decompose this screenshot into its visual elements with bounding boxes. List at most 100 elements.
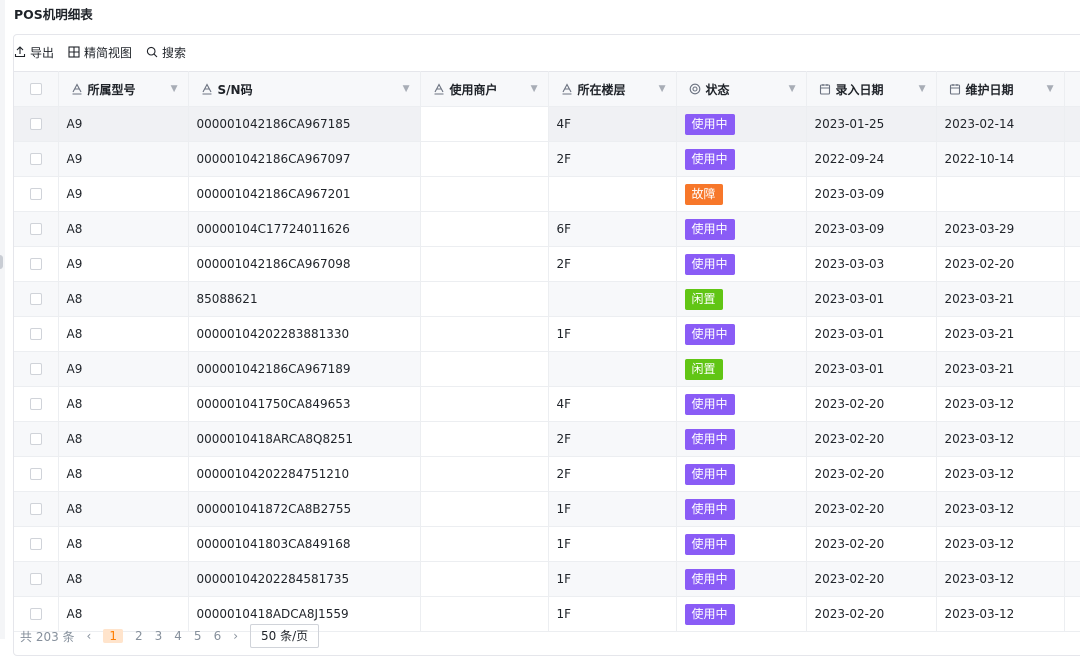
- row-checkbox[interactable]: [29, 398, 42, 410]
- cell-merchant: [420, 386, 549, 422]
- row-checkbox[interactable]: [29, 118, 42, 130]
- cell-merchant: [420, 456, 549, 492]
- cell-merchant: [420, 211, 549, 247]
- page-button-6[interactable]: 6: [214, 629, 222, 643]
- cell-floor-text: 1F: [556, 502, 572, 516]
- table-row[interactable]: A9 000001042186CA967098 2F 使用中 2023-03-03 202…: [14, 246, 1080, 282]
- cell-model-text: A8: [66, 327, 83, 341]
- cell-model-text: A8: [66, 607, 83, 621]
- cell-sn: 85088621: [188, 281, 421, 317]
- select-all-checkbox[interactable]: [29, 83, 42, 95]
- text-field-icon: [561, 83, 573, 95]
- row-checkbox[interactable]: [29, 608, 42, 620]
- cell-floor-text: 2F: [556, 467, 572, 481]
- search-button[interactable]: 搜索: [146, 44, 186, 61]
- row-checkbox[interactable]: [29, 503, 42, 515]
- cell-status: 使用中: [676, 386, 807, 422]
- table-row[interactable]: A8 00000104202284581735 1F 使用中 2023-02-20 202…: [14, 561, 1080, 597]
- prev-page-button[interactable]: ‹: [87, 629, 92, 643]
- cell-filler: [1064, 596, 1080, 632]
- row-checkbox[interactable]: [29, 293, 42, 305]
- chevron-down-icon[interactable]: ▼: [403, 84, 410, 94]
- col-model[interactable]: 所属型号 ▼: [58, 71, 189, 107]
- cell-entry-date: 2022-09-24: [806, 141, 937, 177]
- cell-maint-date-text: 2023-03-12: [944, 607, 1015, 621]
- cell-maint-date-text: 2023-03-12: [944, 467, 1015, 481]
- status-badge: 使用中: [684, 498, 735, 520]
- cell-floor: [548, 281, 677, 317]
- cell-entry-date-text: 2023-02-20: [814, 397, 885, 411]
- page-button-5[interactable]: 5: [194, 629, 202, 643]
- cell-floor-text: 2F: [556, 152, 572, 166]
- cell-floor: 2F: [548, 421, 677, 457]
- left-edge-strip: [0, 0, 5, 639]
- cell-sn-text: 000001042186CA967185: [196, 117, 351, 131]
- table-row[interactable]: A9 000001042186CA967185 4F 使用中 2023-01-25 202…: [14, 106, 1080, 142]
- col-entry-date[interactable]: 录入日期 ▼: [806, 71, 937, 107]
- table-row[interactable]: A8 000001041803CA849168 1F 使用中 2023-02-20 202…: [14, 526, 1080, 562]
- chevron-down-icon[interactable]: ▼: [789, 84, 796, 94]
- chevron-down-icon[interactable]: ▼: [1047, 84, 1054, 94]
- cell-maint-date-text: 2023-03-12: [944, 502, 1015, 516]
- cell-floor: 1F: [548, 316, 677, 352]
- page-button-3[interactable]: 3: [155, 629, 163, 643]
- col-maint-date[interactable]: 维护日期 ▼: [936, 71, 1065, 107]
- col-floor[interactable]: 所在楼层 ▼: [548, 71, 677, 107]
- side-collapse-handle[interactable]: [0, 255, 3, 269]
- table-row[interactable]: A8 00000104C17724011626 6F 使用中 2023-03-09 202…: [14, 211, 1080, 247]
- cell-sn: 00000104202283881330: [188, 316, 421, 352]
- table-row[interactable]: A8 0000010418ARCA8Q8251 2F 使用中 2023-02-20 202…: [14, 421, 1080, 457]
- row-checkbox[interactable]: [29, 573, 42, 585]
- page-size-select[interactable]: 50 条/页: [250, 624, 320, 648]
- cell-model-text: A9: [66, 362, 83, 376]
- row-checkbox[interactable]: [29, 538, 42, 550]
- page-button-2[interactable]: 2: [135, 629, 143, 643]
- col-sn[interactable]: S/N码 ▼: [188, 71, 421, 107]
- row-checkbox[interactable]: [29, 223, 42, 235]
- row-checkbox[interactable]: [29, 188, 42, 200]
- table-row[interactable]: A8 00000104202284751210 2F 使用中 2023-02-20 202…: [14, 456, 1080, 492]
- cell-floor: 1F: [548, 596, 677, 632]
- row-checkbox[interactable]: [29, 433, 42, 445]
- cell-merchant: [420, 246, 549, 282]
- compact-view-label: 精简视图: [84, 45, 133, 60]
- chevron-down-icon[interactable]: ▼: [171, 84, 178, 94]
- table-row[interactable]: A8 85088621 闲置 2023-03-01 2023-03-21: [14, 281, 1080, 317]
- row-checkbox[interactable]: [29, 468, 42, 480]
- col-merchant[interactable]: 使用商户 ▼: [420, 71, 549, 107]
- row-checkbox[interactable]: [29, 153, 42, 165]
- table-row[interactable]: A9 000001042186CA967189 闲置 2023-03-01 2023-0…: [14, 351, 1080, 387]
- cell-filler: [1064, 141, 1080, 177]
- chevron-down-icon[interactable]: ▼: [919, 84, 926, 94]
- chevron-down-icon[interactable]: ▼: [531, 84, 538, 94]
- cell-maint-date: 2023-03-12: [936, 526, 1065, 562]
- compact-view-button[interactable]: 精简视图: [68, 44, 132, 61]
- table-row[interactable]: A9 000001042186CA967097 2F 使用中 2022-09-24 202…: [14, 141, 1080, 177]
- text-field-icon: [201, 83, 213, 95]
- chevron-down-icon[interactable]: ▼: [659, 84, 666, 94]
- table-row[interactable]: A9 000001042186CA967201 故障 2023-03-09: [14, 176, 1080, 212]
- cell-model: A8: [58, 386, 189, 422]
- export-button[interactable]: 导出: [14, 44, 54, 61]
- cell-merchant: [420, 351, 549, 387]
- cell-status: 闲置: [676, 281, 807, 317]
- page-button-4[interactable]: 4: [174, 629, 182, 643]
- cell-model: A8: [58, 526, 189, 562]
- cell-maint-date: [936, 176, 1065, 212]
- row-checkbox[interactable]: [29, 363, 42, 375]
- page-button-1[interactable]: 1: [103, 629, 123, 643]
- cell-filler: [1064, 491, 1080, 527]
- cell-model: A9: [58, 106, 189, 142]
- table-row[interactable]: A8 000001041872CA8B2755 1F 使用中 2023-02-20 202…: [14, 491, 1080, 527]
- table-row[interactable]: A8 000001041750CA849653 4F 使用中 2023-02-20 202…: [14, 386, 1080, 422]
- cell-floor-text: 1F: [556, 607, 572, 621]
- row-checkbox[interactable]: [29, 328, 42, 340]
- cell-model-text: A8: [66, 572, 83, 586]
- next-page-button[interactable]: ›: [233, 629, 238, 643]
- table-row[interactable]: A8 00000104202283881330 1F 使用中 2023-03-01 202…: [14, 316, 1080, 352]
- row-checkbox[interactable]: [29, 258, 42, 270]
- col-status[interactable]: 状态 ▼: [676, 71, 807, 107]
- cell-maint-date: 2023-03-29: [936, 211, 1065, 247]
- table-body: A9 000001042186CA967185 4F 使用中 2023-01-25 202…: [14, 106, 1080, 632]
- cell-merchant: [420, 596, 549, 632]
